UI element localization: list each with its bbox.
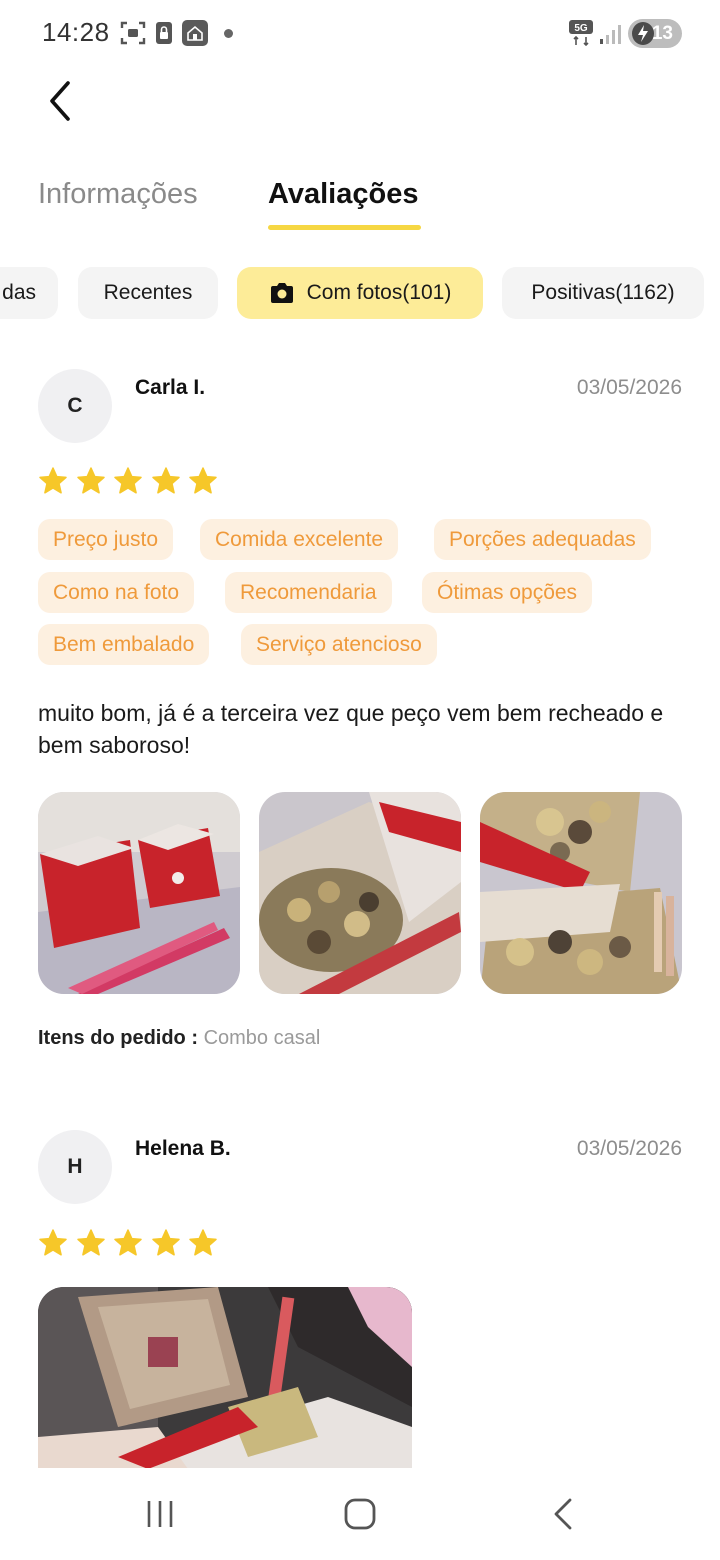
back-icon bbox=[554, 1498, 572, 1530]
filter-chip-all[interactable]: das bbox=[0, 267, 58, 319]
recent-apps-icon bbox=[147, 1501, 173, 1527]
review-photo[interactable] bbox=[259, 792, 461, 994]
reviewer-name: Helena B. bbox=[135, 1137, 231, 1160]
tab-informacoes[interactable]: Informações bbox=[38, 178, 198, 211]
filter-chip-recent[interactable]: Recentes bbox=[78, 267, 218, 319]
lock-icon bbox=[156, 22, 172, 44]
review-tag: Como na foto bbox=[38, 572, 195, 613]
app-notification-icon bbox=[182, 20, 208, 46]
order-items-value: Combo casal bbox=[203, 1027, 321, 1049]
battery-indicator: 13 bbox=[628, 19, 682, 48]
filter-chip-label: Positivas(1162) bbox=[531, 281, 675, 304]
5g-icon: 5G bbox=[569, 20, 593, 46]
star-icon bbox=[189, 1229, 217, 1256]
review-tag: Preço justo bbox=[38, 519, 174, 560]
status-bar: 14:28 5G 13 bbox=[0, 0, 720, 68]
star-icon bbox=[76, 1229, 105, 1256]
review-tag: Porções adequadas bbox=[434, 519, 651, 560]
signal-icon bbox=[600, 25, 621, 44]
review-date: 03/05/2026 bbox=[576, 1137, 682, 1160]
charging-icon bbox=[632, 22, 654, 45]
star-rating bbox=[38, 1228, 226, 1258]
active-tab-indicator bbox=[268, 225, 421, 230]
order-items-label: Itens do pedido : bbox=[38, 1027, 198, 1049]
star-icon bbox=[39, 467, 67, 494]
tab-bar: Informações Avaliações bbox=[0, 170, 720, 240]
review-tag: Recomendaria bbox=[225, 572, 392, 613]
review-filters: das Recentes Com fotos(101) Positivas(11… bbox=[0, 267, 720, 319]
filter-chip-with-photos[interactable]: Com fotos(101) bbox=[237, 267, 483, 319]
review-text: muito bom, já é a terceira vez que peço … bbox=[38, 700, 664, 758]
review-photo[interactable] bbox=[38, 1287, 412, 1469]
filter-chip-label: das bbox=[2, 281, 36, 304]
avatar: C bbox=[38, 369, 112, 443]
review-tag: Serviço atencioso bbox=[241, 624, 437, 665]
battery-level: 13 bbox=[651, 22, 673, 44]
reviewer-name: Carla I. bbox=[135, 376, 206, 399]
star-icon bbox=[39, 1229, 67, 1256]
star-icon bbox=[151, 467, 180, 494]
filter-chip-label: Com fotos(101) bbox=[306, 281, 452, 304]
tab-avaliacoes[interactable]: Avaliações bbox=[268, 178, 418, 211]
star-icon bbox=[151, 1229, 180, 1256]
star-icon bbox=[114, 467, 142, 494]
notification-dot bbox=[224, 29, 233, 38]
system-nav-bar bbox=[0, 1468, 720, 1560]
camera-icon bbox=[270, 283, 293, 303]
filter-chip-positive[interactable]: Positivas(1162) bbox=[502, 267, 704, 319]
filter-chip-label: Recentes bbox=[103, 281, 193, 304]
chevron-left-icon bbox=[50, 81, 70, 121]
home-icon bbox=[344, 1498, 376, 1530]
home-button[interactable] bbox=[337, 1496, 383, 1532]
star-icon bbox=[114, 1229, 142, 1256]
avatar: H bbox=[38, 1130, 112, 1204]
nav-back-button[interactable] bbox=[540, 1496, 586, 1532]
star-icon bbox=[189, 467, 217, 494]
review-tag: Comida excelente bbox=[200, 519, 399, 560]
review-photo[interactable] bbox=[480, 792, 682, 994]
order-items: Itens do pedido : Combo casal bbox=[38, 1027, 320, 1050]
review-date: 03/05/2026 bbox=[576, 376, 682, 399]
review-tag: Bem embalado bbox=[38, 624, 210, 665]
review-photo[interactable] bbox=[38, 792, 240, 994]
star-icon bbox=[76, 467, 105, 494]
screenshot-icon bbox=[120, 21, 146, 45]
recent-apps-button[interactable] bbox=[137, 1496, 183, 1532]
status-time: 14:28 bbox=[42, 17, 110, 47]
review-tag: Ótimas opções bbox=[422, 572, 593, 613]
svg-text:5G: 5G bbox=[574, 23, 588, 34]
star-rating bbox=[38, 466, 226, 496]
back-button[interactable] bbox=[36, 76, 86, 126]
